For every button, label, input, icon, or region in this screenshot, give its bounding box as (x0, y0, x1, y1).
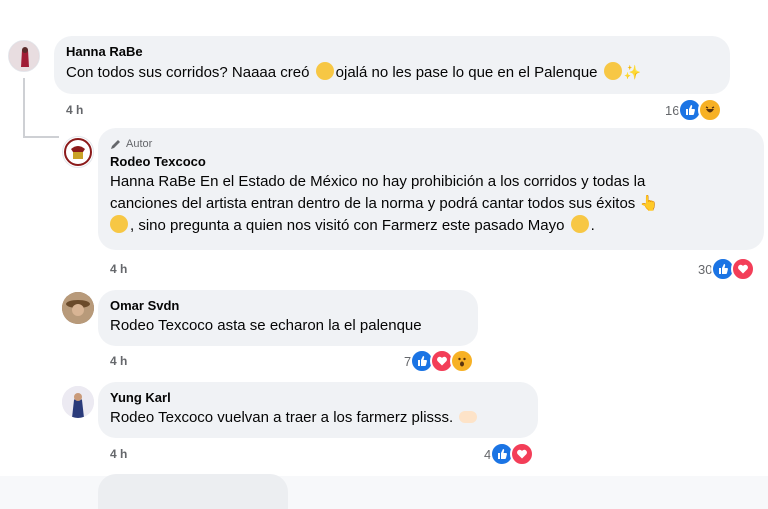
reaction-count: 30 (698, 261, 713, 277)
sparkles-emoji-icon: ✨ (623, 64, 642, 80)
comment-author-name[interactable]: Yung Karl (110, 389, 526, 407)
avatar[interactable] (62, 292, 94, 324)
comment-text: Con todos sus corridos? Naaaa creó ojalá… (66, 61, 718, 84)
comment-timestamp[interactable]: 4 h (110, 447, 127, 461)
reaction-count: 16 (665, 102, 680, 118)
thread-line-main (23, 78, 25, 138)
comment-text-part: Rodeo Texcoco vuelvan a traer a los farm… (110, 409, 458, 426)
comment-text: Rodeo Texcoco vuelvan a traer a los farm… (110, 407, 526, 429)
pleading-face-emoji-icon (315, 62, 334, 80)
author-badge-label: Autor (126, 138, 153, 150)
comment-author-name[interactable]: Rodeo Texcoco (110, 153, 752, 171)
thread-line-curve (23, 136, 59, 138)
comment-text: Hanna RaBe En el Estado de México no hay… (110, 171, 752, 237)
comment-text-part: canciones del artista entran dentro de l… (110, 195, 640, 212)
comment-text-part: . (590, 217, 595, 234)
comment-author-name[interactable]: Omar Svdn (110, 297, 466, 315)
heart-hands-emoji-icon (459, 411, 478, 423)
reaction-summary[interactable]: 16 (665, 98, 723, 122)
avatar[interactable] (62, 386, 94, 418)
comment-text-line: , sino pregunta a quien nos visitó con F… (110, 215, 752, 237)
comment-text-part: , sino pregunta a quien nos visitó con F… (130, 217, 569, 234)
pointing-hand-emoji-icon: 👆 (639, 195, 659, 212)
haha-reaction-icon (698, 98, 723, 122)
comment-timestamp[interactable]: 4 h (110, 354, 127, 368)
reaction-summary[interactable]: 4 (484, 442, 535, 466)
comment-timestamp[interactable]: 4 h (66, 103, 83, 117)
sunglasses-emoji-icon (570, 215, 589, 233)
comment-bubble: Autor Rodeo Texcoco Hanna RaBe En el Est… (98, 128, 764, 250)
comment-text-part: ojalá no les pase lo que en el Palenque (335, 64, 602, 81)
comment-author-name[interactable]: Hanna RaBe (66, 43, 718, 61)
love-reaction-icon (731, 257, 756, 281)
comment-bubble: Hanna RaBe Con todos sus corridos? Naaaa… (54, 36, 730, 94)
comment-text-line: Hanna RaBe En el Estado de México no hay… (110, 173, 646, 190)
comment-text: Rodeo Texcoco asta se echaron la el pale… (110, 317, 422, 334)
author-badge: Autor (110, 137, 752, 151)
comment-timestamp[interactable]: 4 h (110, 262, 127, 276)
next-comment-bubble-edge (98, 474, 288, 509)
reaction-summary[interactable]: 30 (698, 257, 756, 281)
relieved-face-emoji-icon (603, 62, 622, 80)
cowboy-emoji-icon (110, 215, 128, 233)
reaction-summary[interactable]: 7 (404, 349, 475, 373)
pencil-icon (111, 140, 120, 149)
avatar[interactable] (8, 40, 40, 72)
comment-bubble: Yung Karl Rodeo Texcoco vuelvan a traer … (98, 382, 538, 438)
avatar[interactable] (62, 136, 94, 168)
comment-text-line: canciones del artista entran dentro de l… (110, 193, 752, 215)
wow-reaction-icon (450, 349, 475, 373)
comment-bubble: Omar Svdn Rodeo Texcoco asta se echaron … (98, 290, 478, 346)
comment-text-part: Con todos sus corridos? Naaaa creó (66, 64, 314, 81)
love-reaction-icon (510, 442, 535, 466)
